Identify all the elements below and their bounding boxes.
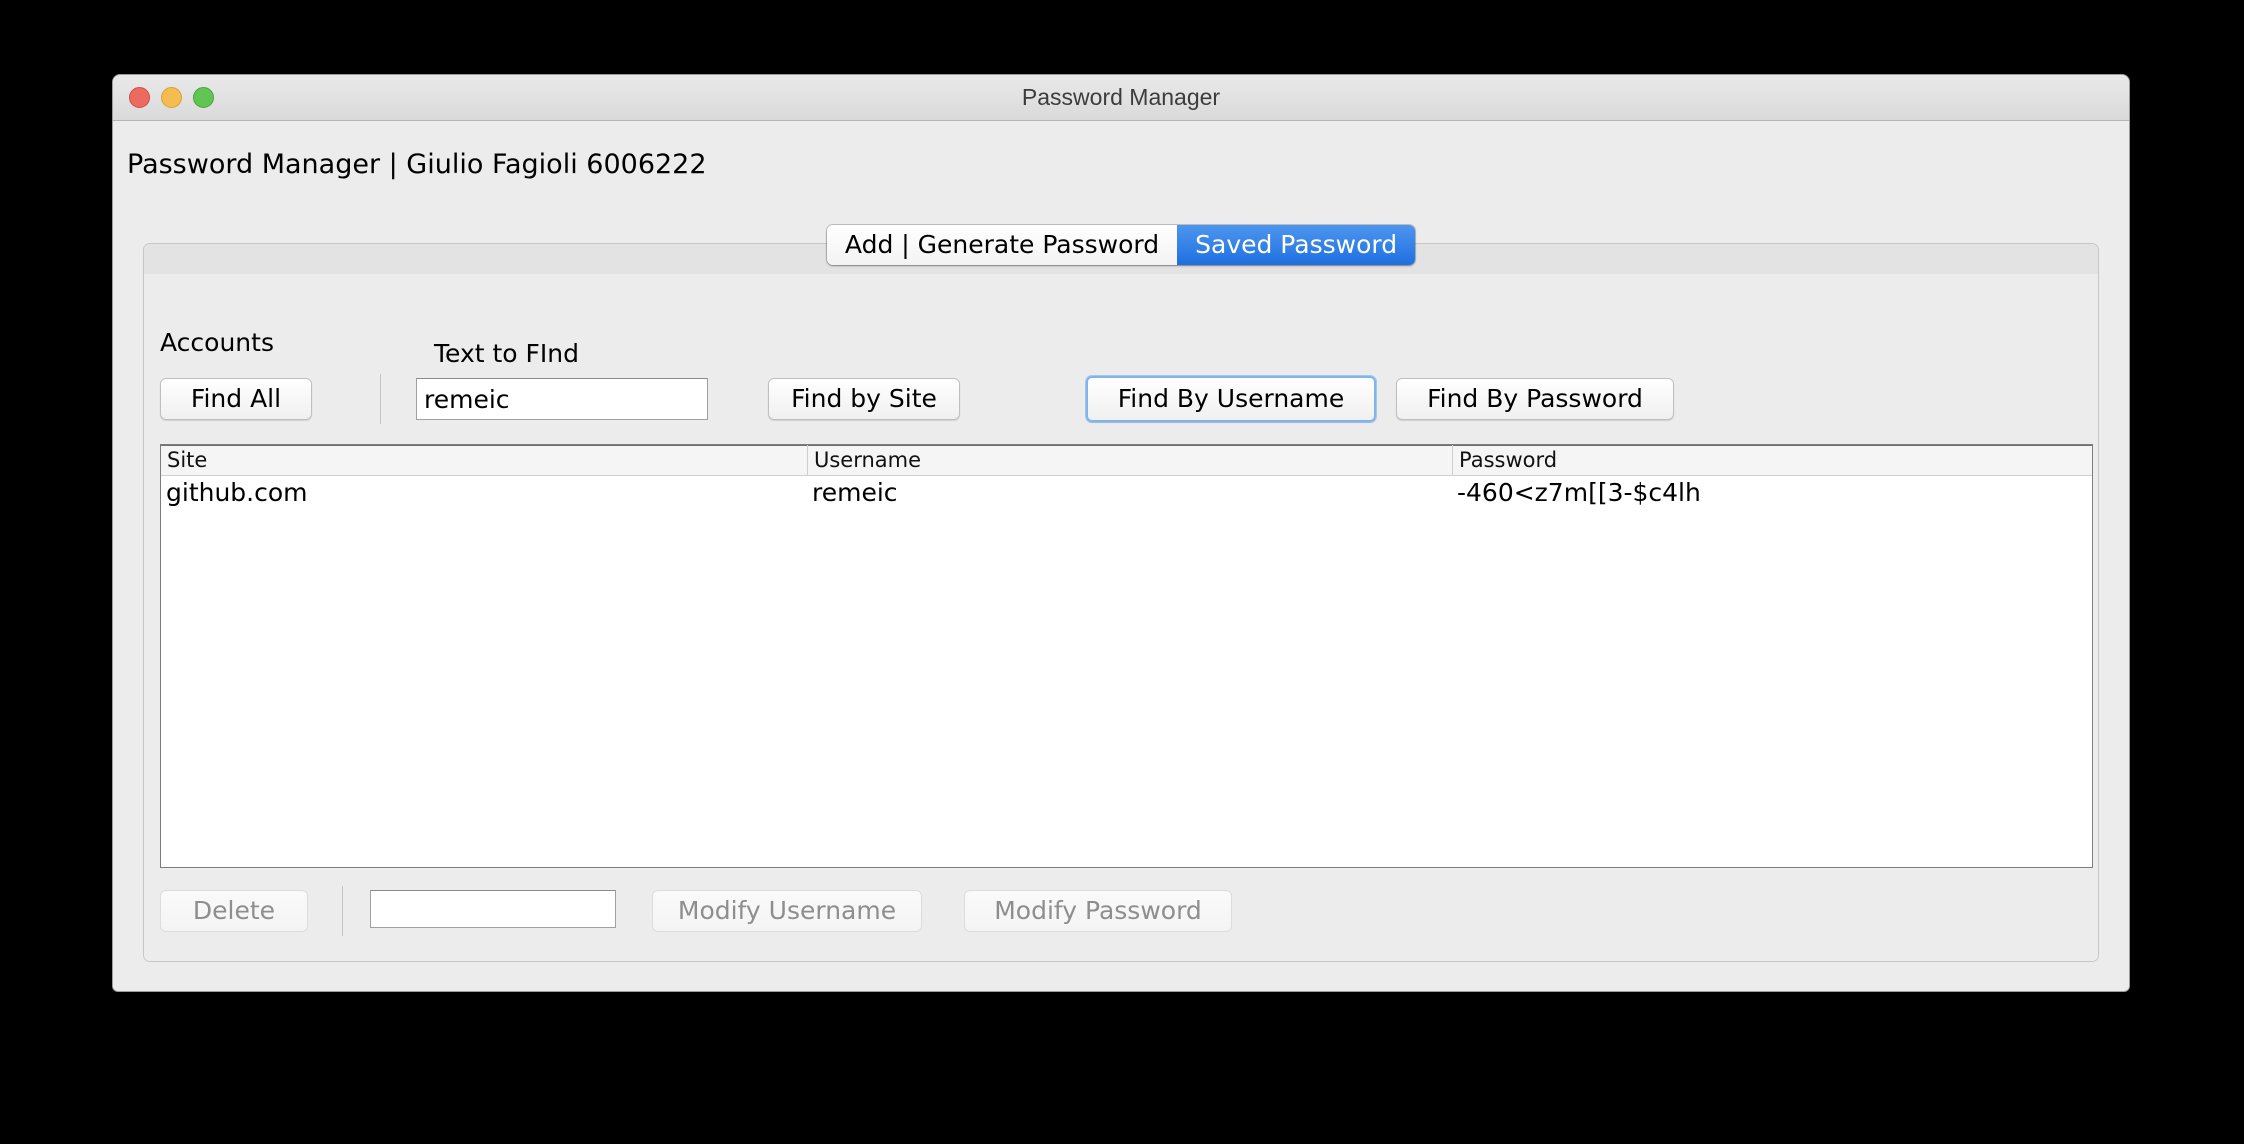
find-by-site-button[interactable]: Find by Site bbox=[768, 378, 960, 420]
text-to-find-label: Text to FInd bbox=[434, 339, 580, 368]
table-row[interactable]: github.com remeic -460<z7m[[3-$c4lh bbox=[161, 476, 2092, 510]
tab-saved-password[interactable]: Saved Password bbox=[1177, 225, 1416, 265]
delete-button[interactable]: Delete bbox=[160, 890, 308, 932]
find-all-button[interactable]: Find All bbox=[160, 378, 312, 420]
window-titlebar: Password Manager bbox=[113, 75, 2129, 121]
table-header-row: Site Username Password bbox=[161, 445, 2092, 476]
column-header-site[interactable]: Site bbox=[161, 445, 807, 475]
window-content: Password Manager | Giulio Fagioli 600622… bbox=[113, 121, 2129, 991]
column-header-username[interactable]: Username bbox=[807, 445, 1452, 475]
accounts-label: Accounts bbox=[160, 328, 274, 357]
search-input[interactable]: remeic bbox=[416, 378, 708, 420]
cell-password: -460<z7m[[3-$c4lh bbox=[1457, 478, 1701, 507]
modify-value-input[interactable] bbox=[370, 890, 616, 928]
divider-after-delete bbox=[342, 886, 343, 936]
find-by-username-button[interactable]: Find By Username bbox=[1086, 376, 1376, 422]
tab-panel-body: Accounts Text to FInd Find All remeic Fi… bbox=[144, 274, 2098, 961]
find-by-password-button[interactable]: Find By Password bbox=[1396, 378, 1674, 420]
cell-username: remeic bbox=[812, 478, 898, 507]
search-input-value: remeic bbox=[424, 384, 510, 414]
modify-password-button[interactable]: Modify Password bbox=[964, 890, 1232, 932]
tab-group: Add | Generate Password Saved Password bbox=[826, 225, 1416, 265]
app-window: Password Manager Password Manager | Giul… bbox=[112, 74, 2130, 992]
tab-add-generate-password[interactable]: Add | Generate Password bbox=[826, 225, 1178, 265]
modify-username-button[interactable]: Modify Username bbox=[652, 890, 922, 932]
divider-after-find-all bbox=[380, 374, 381, 424]
window-title: Password Manager bbox=[1021, 84, 1221, 110]
column-header-password[interactable]: Password bbox=[1452, 445, 2092, 475]
app-header-title: Password Manager | Giulio Fagioli 600622… bbox=[127, 149, 707, 180]
tab-panel: Accounts Text to FInd Find All remeic Fi… bbox=[143, 243, 2099, 962]
tab-bar: Add | Generate Password Saved Password bbox=[113, 225, 2129, 265]
cell-site: github.com bbox=[166, 478, 308, 507]
results-table[interactable]: Site Username Password github.com remeic… bbox=[160, 444, 2093, 868]
